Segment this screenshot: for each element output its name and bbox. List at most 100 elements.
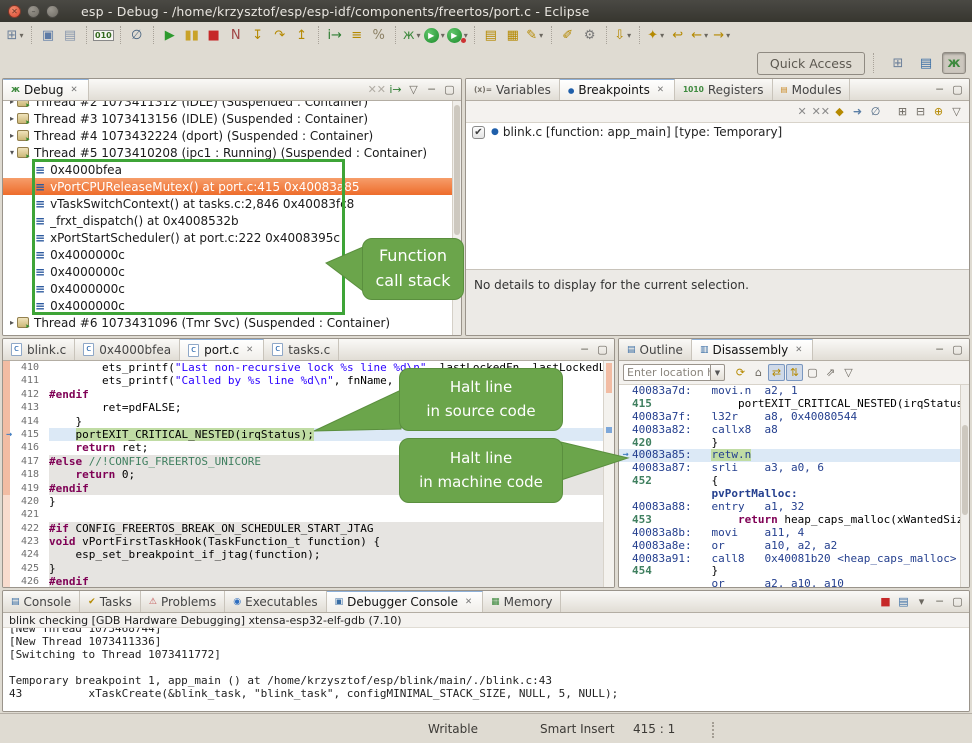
disassembly-line[interactable]: 40083a88: entry a1, 32 <box>619 501 969 514</box>
cpp-perspective-button[interactable]: ▤ <box>914 52 938 74</box>
expander-icon[interactable]: ▸ <box>7 114 17 123</box>
disassembly-line[interactable]: 454 } <box>619 565 969 578</box>
disassembly-line[interactable]: 40083a8e: or a10, a2, a2 <box>619 540 969 553</box>
remove-breakpoint-icon[interactable]: ✕ <box>794 103 811 120</box>
refresh-icon[interactable]: ⟳ <box>732 364 749 381</box>
save-icon[interactable]: ▣ <box>38 25 58 45</box>
location-input[interactable]: Enter location here <box>623 364 711 381</box>
code-line[interactable]: 423 void vPortFirstTaskHook(TaskFunction… <box>3 535 614 548</box>
toolbar-icon[interactable] <box>395 26 396 44</box>
code-line[interactable]: 413 ret=pdFALSE; <box>3 401 614 414</box>
disassembly-line[interactable]: 40083a91: call8 0x40081b20 <heap_caps_ma… <box>619 553 969 566</box>
track-expression-icon[interactable]: ⇄ <box>768 364 785 381</box>
code-line[interactable]: 419 #endif <box>3 482 614 495</box>
save-all-icon[interactable]: ▤ <box>60 25 80 45</box>
dropdown-arrow-icon[interactable]: ▾ <box>441 31 445 40</box>
open-new-view-icon[interactable]: ⇗ <box>822 364 839 381</box>
debug-tree-row[interactable]: 0x4000000c <box>3 263 461 280</box>
external-tools-icon[interactable]: ▶ ▾ <box>447 25 468 45</box>
maximize-icon[interactable]: ▢ <box>949 593 966 610</box>
minimize-icon[interactable]: ─ <box>931 593 948 610</box>
editor-tab[interactable]: c 0x4000bfea <box>75 339 180 360</box>
step-filters-icon[interactable]: ≡ <box>347 25 367 45</box>
remove-all-breakpoints-icon[interactable]: ✕✕ <box>812 103 830 120</box>
profile-icon[interactable]: % <box>369 25 389 45</box>
editor-tab[interactable]: c tasks.c <box>264 339 339 360</box>
maximize-icon[interactable]: ▢ <box>949 341 966 358</box>
toolbar-icon[interactable] <box>31 26 32 44</box>
collapse-all-icon[interactable]: ⊟ <box>912 103 929 120</box>
view-tab[interactable]: ▤ Outline <box>619 339 692 360</box>
disassembly-line[interactable]: 40083a7d: movi.n a2, 1 <box>619 385 969 398</box>
debug-tree-row[interactable]: 0x4000000c <box>3 297 461 314</box>
minimize-button[interactable]: – <box>27 5 40 18</box>
close-icon[interactable]: ✕ <box>655 84 666 96</box>
minimize-icon[interactable]: ─ <box>576 341 593 358</box>
goto-file-icon[interactable]: ➜ <box>849 103 866 120</box>
mark-occurrences-icon[interactable]: ✐ <box>558 25 578 45</box>
tab-debug[interactable]: ж Debug ✕ <box>3 79 89 100</box>
view-tab[interactable]: ⚠ Problems <box>141 591 225 612</box>
dropdown-arrow-icon[interactable]: ▾ <box>726 31 730 40</box>
debug-tree-row[interactable]: ▸ Thread #4 1073432224 (dport) (Suspende… <box>3 127 461 144</box>
breakpoint-row[interactable]: ● blink.c [function: app_main] [type: Te… <box>466 123 969 141</box>
view-tab[interactable]: ▣ Debugger Console ✕ <box>327 591 484 612</box>
dropdown-arrow-icon[interactable]: ▾ <box>627 31 631 40</box>
debug-tree-row[interactable]: _frxt_dispatch() at 0x4008532b <box>3 212 461 229</box>
view-tab[interactable]: ▤ Modules <box>773 79 851 100</box>
resume-icon[interactable]: ▶ <box>160 25 180 45</box>
disassembly-line[interactable]: → 40083a85: retw.n <box>619 449 969 462</box>
toolbar-icon[interactable] <box>551 26 552 44</box>
view-menu-icon[interactable]: ▽ <box>405 81 422 98</box>
binary-icon[interactable]: 010 <box>93 25 114 45</box>
code-line[interactable]: → 415 portEXIT_CRITICAL_NESTED(irqStatus… <box>3 428 614 441</box>
debug-tree-row[interactable]: 0x4000000c <box>3 280 461 297</box>
disassembly-line[interactable]: 40083a7f: l32r a8, 0x40080544 <box>619 411 969 424</box>
sync-selection-icon[interactable]: ⇅ <box>786 364 803 381</box>
toolbar-icon[interactable] <box>153 26 154 44</box>
editor-tab[interactable]: c port.c ✕ <box>180 339 264 360</box>
skip-all-breakpoints-icon[interactable]: ∅ <box>867 103 884 120</box>
step-into-icon[interactable]: ↧ <box>248 25 268 45</box>
search-icon[interactable]: ✎ ▾ <box>525 25 545 45</box>
code-line[interactable]: 418 return 0; <box>3 468 614 481</box>
open-element-icon[interactable]: ▦ <box>503 25 523 45</box>
build-icon[interactable]: ⚙ <box>580 25 600 45</box>
toolbar-icon[interactable] <box>639 26 640 44</box>
close-icon[interactable]: ✕ <box>68 84 79 96</box>
code-line[interactable]: 410 ets_printf("Last non-recursive lock … <box>3 361 614 374</box>
debug-tree-row[interactable]: ▸ Thread #6 1073431096 (Tmr Svc) (Suspen… <box>3 314 461 331</box>
dropdown-arrow-icon[interactable]: ▾ <box>417 31 421 40</box>
disassembly-listing[interactable]: 40083a7d: movi.n a2, 1 415 portEXIT_CRIT… <box>619 385 969 588</box>
toolbar-icon[interactable] <box>120 26 121 44</box>
debug-tree-row[interactable]: 0x4000000c <box>3 246 461 263</box>
disassembly-line[interactable]: or a2, a10, a10 <box>619 578 969 588</box>
close-icon[interactable]: ✕ <box>244 344 255 356</box>
view-menu-icon[interactable]: ▽ <box>948 103 965 120</box>
new-view-icon[interactable]: ▢ <box>804 364 821 381</box>
debug-tree-row[interactable]: 0x4000bfea <box>3 161 461 178</box>
display-console-icon[interactable]: ▤ <box>895 593 912 610</box>
view-tab[interactable]: ▤ Console <box>3 591 80 612</box>
disassembly-line[interactable]: 40083a8b: movi a11, 4 <box>619 527 969 540</box>
view-tab[interactable]: ✔ Tasks <box>80 591 141 612</box>
back-icon[interactable]: ← ▾ <box>690 25 710 45</box>
code-line[interactable]: 416 return ret; <box>3 441 614 454</box>
minimize-icon[interactable]: ─ <box>931 81 948 98</box>
maximize-icon[interactable]: ▢ <box>441 81 458 98</box>
terminate-icon[interactable]: ■ <box>877 593 894 610</box>
terminate-icon[interactable]: ■ <box>204 25 224 45</box>
suspend-icon[interactable]: ▮▮ <box>182 25 202 45</box>
toolbar-icon[interactable] <box>606 26 607 44</box>
disassembly-line[interactable]: pvPortMalloc: <box>619 488 969 501</box>
scrollbar[interactable] <box>452 101 461 336</box>
maximize-icon[interactable]: ▢ <box>594 341 611 358</box>
maximize-button[interactable] <box>46 5 59 18</box>
home-icon[interactable]: ⌂ <box>750 364 767 381</box>
key-icon[interactable]: ✦ ▾ <box>646 25 666 45</box>
disassembly-line[interactable]: 40083a87: srli a3, a0, 6 <box>619 462 969 475</box>
code-line[interactable]: 412 #endif <box>3 388 614 401</box>
remove-terminated-icon[interactable]: ✕✕ <box>368 81 386 98</box>
view-tab[interactable]: (x)= Variables <box>466 79 560 100</box>
last-edit-icon[interactable]: ↩ <box>668 25 688 45</box>
